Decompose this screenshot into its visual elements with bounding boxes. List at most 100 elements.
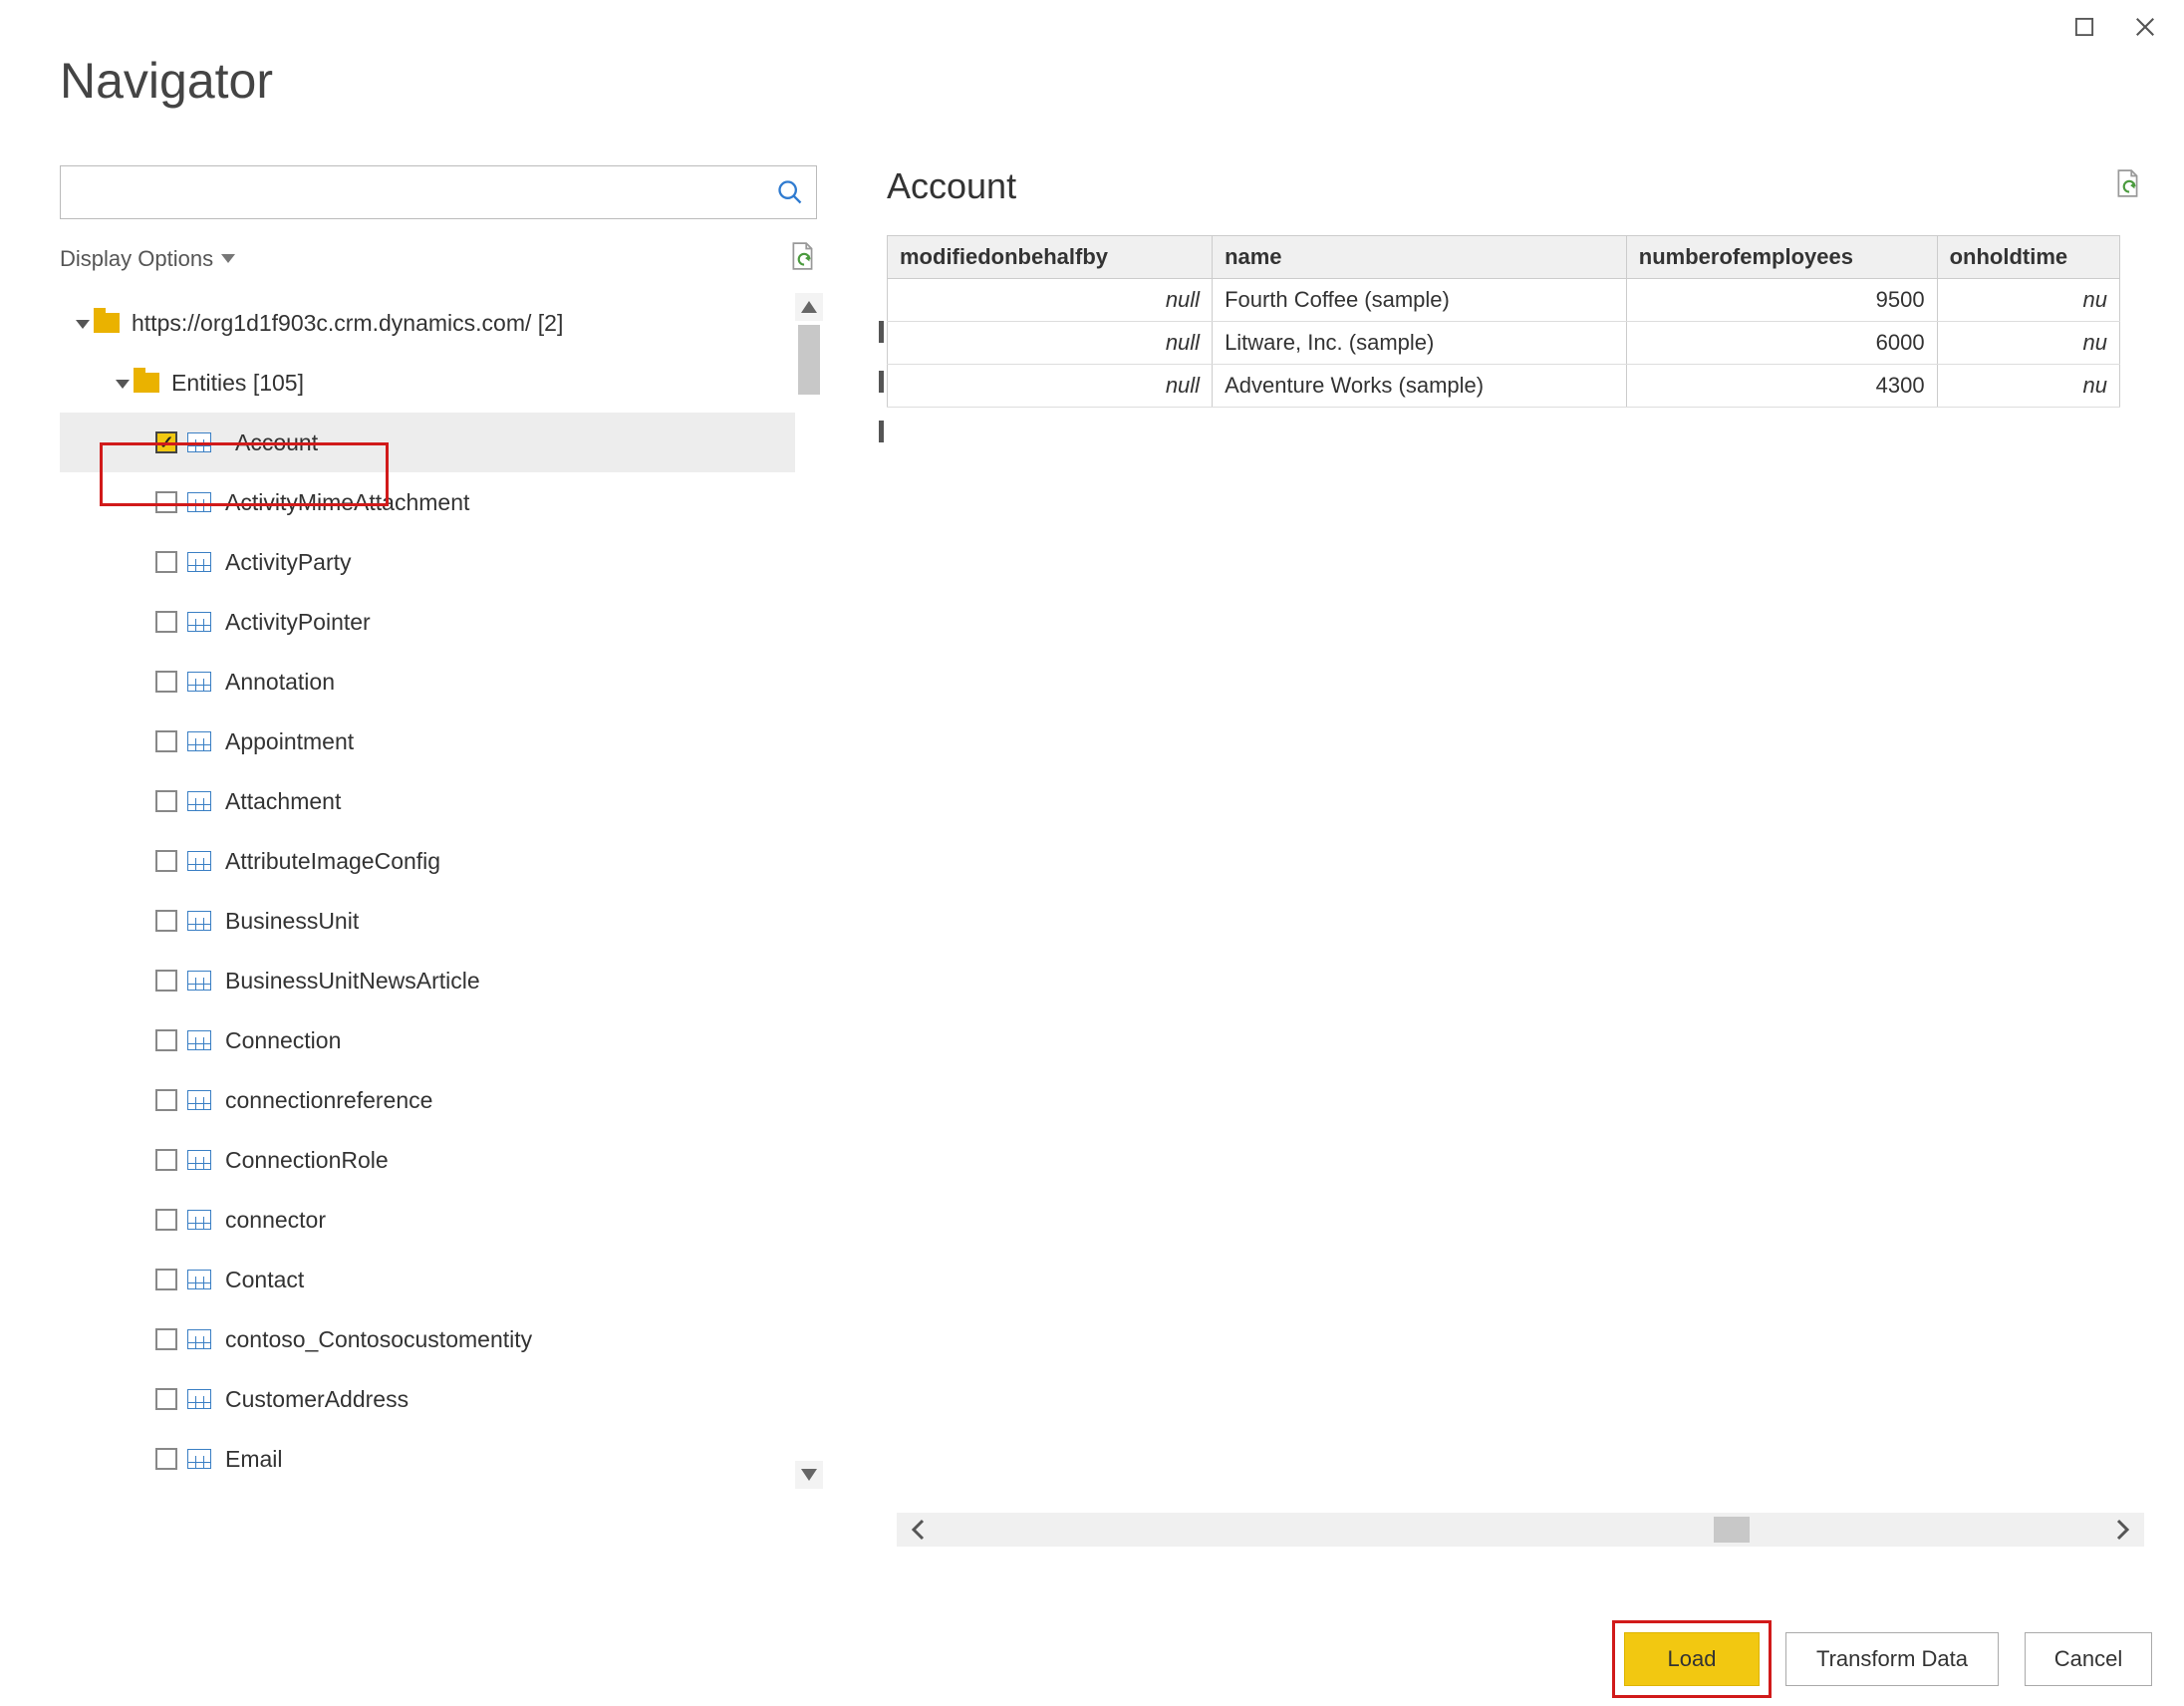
entity-item[interactable]: Connection <box>60 1010 795 1070</box>
entity-checkbox[interactable] <box>155 671 177 693</box>
row-notch <box>879 421 884 442</box>
scrollbar-thumb[interactable] <box>798 325 820 395</box>
caret-down-icon <box>76 320 90 329</box>
tree-root-label: https://org1d1f903c.crm.dynamics.com/ [2… <box>132 310 563 337</box>
table-icon <box>187 971 211 991</box>
folder-icon <box>94 313 120 333</box>
table-icon <box>187 1270 211 1289</box>
caret-down-icon <box>116 380 130 389</box>
entity-label: Connection <box>225 1027 341 1054</box>
table-icon <box>187 1329 211 1349</box>
entity-item[interactable]: Contact <box>60 1250 795 1309</box>
entity-item[interactable]: Email <box>60 1429 795 1489</box>
entity-label: Annotation <box>225 669 335 696</box>
table-row: nullAdventure Works (sample)4300nu <box>888 365 2120 408</box>
search-icon <box>776 178 804 206</box>
entity-checkbox[interactable] <box>155 970 177 992</box>
entity-checkbox[interactable] <box>155 611 177 633</box>
entity-item[interactable]: Annotation <box>60 652 795 711</box>
entity-item[interactable]: ActivityPointer <box>60 592 795 652</box>
preview-table: modifiedonbehalfby name numberofemployee… <box>887 235 2120 408</box>
entity-item[interactable]: BusinessUnitNewsArticle <box>60 951 795 1010</box>
row-notch <box>879 371 884 393</box>
display-options-dropdown[interactable]: Display Options <box>60 246 235 272</box>
entity-label: ActivityPointer <box>225 609 371 636</box>
entity-label: ConnectionRole <box>225 1147 389 1174</box>
table-icon <box>187 1030 211 1050</box>
entity-item[interactable]: contoso_Contosocustomentity <box>60 1309 795 1369</box>
entity-checkbox[interactable] <box>155 1089 177 1111</box>
entity-item[interactable]: Attachment <box>60 771 795 831</box>
entity-item[interactable]: connector <box>60 1190 795 1250</box>
entity-item[interactable]: ActivityParty <box>60 532 795 592</box>
cell: null <box>888 279 1213 322</box>
entity-checkbox[interactable] <box>155 1388 177 1410</box>
tree-scrollbar[interactable] <box>795 293 823 1489</box>
cell: 4300 <box>1626 365 1937 408</box>
entity-checkbox[interactable] <box>155 1029 177 1051</box>
cell: Adventure Works (sample) <box>1213 365 1627 408</box>
tree-root-node[interactable]: https://org1d1f903c.crm.dynamics.com/ [2… <box>60 293 795 353</box>
window-close-icon[interactable] <box>2134 16 2156 45</box>
refresh-preview-icon[interactable] <box>2114 168 2142 204</box>
entity-checkbox[interactable] <box>155 730 177 752</box>
scroll-left-icon[interactable] <box>909 1518 929 1542</box>
table-icon <box>187 672 211 692</box>
entity-checkbox[interactable] <box>155 910 177 932</box>
entity-label: Contact <box>225 1267 304 1293</box>
entity-checkbox[interactable] <box>155 790 177 812</box>
preview-pane: Account modifiedonbehalfby name numberof… <box>887 165 2142 408</box>
col-header[interactable]: name <box>1213 236 1627 279</box>
table-icon <box>187 1150 211 1170</box>
col-header[interactable]: onholdtime <box>1937 236 2119 279</box>
cell: null <box>888 322 1213 365</box>
cell: nu <box>1937 365 2119 408</box>
entity-label: AttributeImageConfig <box>225 848 440 875</box>
entity-checkbox[interactable] <box>155 1328 177 1350</box>
table-header-row: modifiedonbehalfby name numberofemployee… <box>888 236 2120 279</box>
entity-checkbox[interactable] <box>155 1209 177 1231</box>
cancel-button[interactable]: Cancel <box>2025 1632 2152 1686</box>
scroll-up-icon[interactable] <box>795 293 823 321</box>
cell: Fourth Coffee (sample) <box>1213 279 1627 322</box>
entity-checkbox[interactable] <box>155 1269 177 1290</box>
table-icon <box>187 552 211 572</box>
search-input[interactable] <box>60 165 817 219</box>
scroll-down-icon[interactable] <box>795 1461 823 1489</box>
table-row: nullFourth Coffee (sample)9500nu <box>888 279 2120 322</box>
transform-data-button[interactable]: Transform Data <box>1785 1632 1999 1686</box>
cell: Litware, Inc. (sample) <box>1213 322 1627 365</box>
cell: 6000 <box>1626 322 1937 365</box>
display-options-label: Display Options <box>60 246 213 272</box>
entity-item[interactable]: connectionreference <box>60 1070 795 1130</box>
table-icon <box>187 851 211 871</box>
entity-item[interactable]: Appointment <box>60 711 795 771</box>
highlight-account-row <box>100 442 389 506</box>
entity-checkbox[interactable] <box>155 551 177 573</box>
tree-entities-node[interactable]: Entities [105] <box>60 353 795 413</box>
chevron-down-icon <box>221 254 235 264</box>
scrollbar-thumb[interactable] <box>1714 1517 1750 1543</box>
entity-item[interactable]: AttributeImageConfig <box>60 831 795 891</box>
tree-entities-label: Entities [105] <box>171 370 304 397</box>
dialog-title: Navigator <box>60 52 273 110</box>
scroll-right-icon[interactable] <box>2112 1518 2132 1542</box>
col-header[interactable]: numberofemployees <box>1626 236 1937 279</box>
window-maximize-icon[interactable] <box>2074 16 2094 45</box>
table-icon <box>187 1389 211 1409</box>
entity-item[interactable]: BusinessUnit <box>60 891 795 951</box>
col-header[interactable]: modifiedonbehalfby <box>888 236 1213 279</box>
preview-hscrollbar[interactable] <box>897 1513 2144 1547</box>
table-icon <box>187 731 211 751</box>
entity-checkbox[interactable] <box>155 850 177 872</box>
cell: 9500 <box>1626 279 1937 322</box>
entity-checkbox[interactable] <box>155 1149 177 1171</box>
entity-label: connector <box>225 1207 326 1234</box>
new-query-icon[interactable] <box>789 241 817 277</box>
entity-item[interactable]: CustomerAddress <box>60 1369 795 1429</box>
entity-label: BusinessUnitNewsArticle <box>225 968 480 995</box>
table-icon <box>187 1210 211 1230</box>
entity-checkbox[interactable] <box>155 1448 177 1470</box>
entity-item[interactable]: ConnectionRole <box>60 1130 795 1190</box>
cell: null <box>888 365 1213 408</box>
